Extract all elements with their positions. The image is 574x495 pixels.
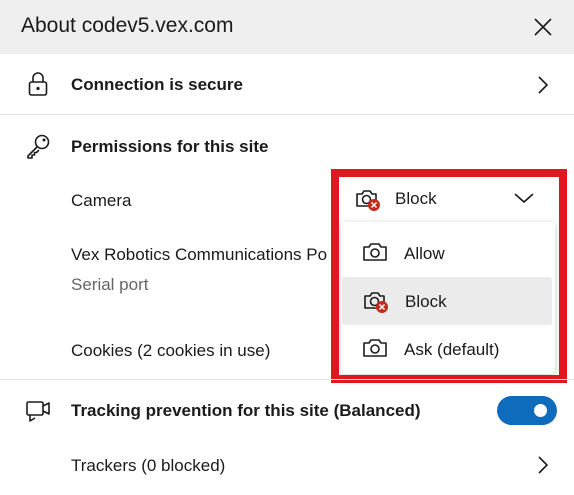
close-button[interactable] — [526, 10, 560, 44]
tracking-prevention-row: Tracking prevention for this site (Balan… — [0, 380, 574, 440]
permissions-title: Permissions for this site — [71, 137, 269, 156]
permissions-heading-row: Permissions for this site — [0, 115, 574, 175]
trackers-label: Trackers (0 blocked) — [71, 456, 226, 475]
tracking-prevention-icon — [22, 394, 54, 426]
connection-row[interactable]: Connection is secure — [0, 54, 574, 115]
serial-device-label: Vex Robotics Communications Po — [71, 245, 328, 264]
panel-header: About codev5.vex.com — [0, 0, 574, 54]
camera-permission-label: Camera — [71, 191, 132, 210]
chevron-right-icon — [532, 454, 554, 476]
tracking-prevention-label: Tracking prevention for this site (Balan… — [71, 401, 421, 420]
trackers-row[interactable]: Trackers (0 blocked) — [0, 440, 574, 495]
key-icon — [22, 130, 54, 162]
cookies-label[interactable]: Cookies (2 cookies in use) — [71, 341, 270, 361]
tracking-prevention-toggle[interactable] — [497, 396, 557, 425]
connection-label: Connection is secure — [71, 75, 243, 94]
highlight-annotation — [331, 169, 567, 383]
close-icon — [534, 18, 552, 36]
panel-title: About codev5.vex.com — [21, 14, 234, 37]
lock-icon — [22, 68, 54, 100]
serial-device-type: Serial port — [71, 275, 149, 294]
chevron-right-icon — [532, 74, 554, 96]
toggle-knob — [534, 404, 547, 417]
